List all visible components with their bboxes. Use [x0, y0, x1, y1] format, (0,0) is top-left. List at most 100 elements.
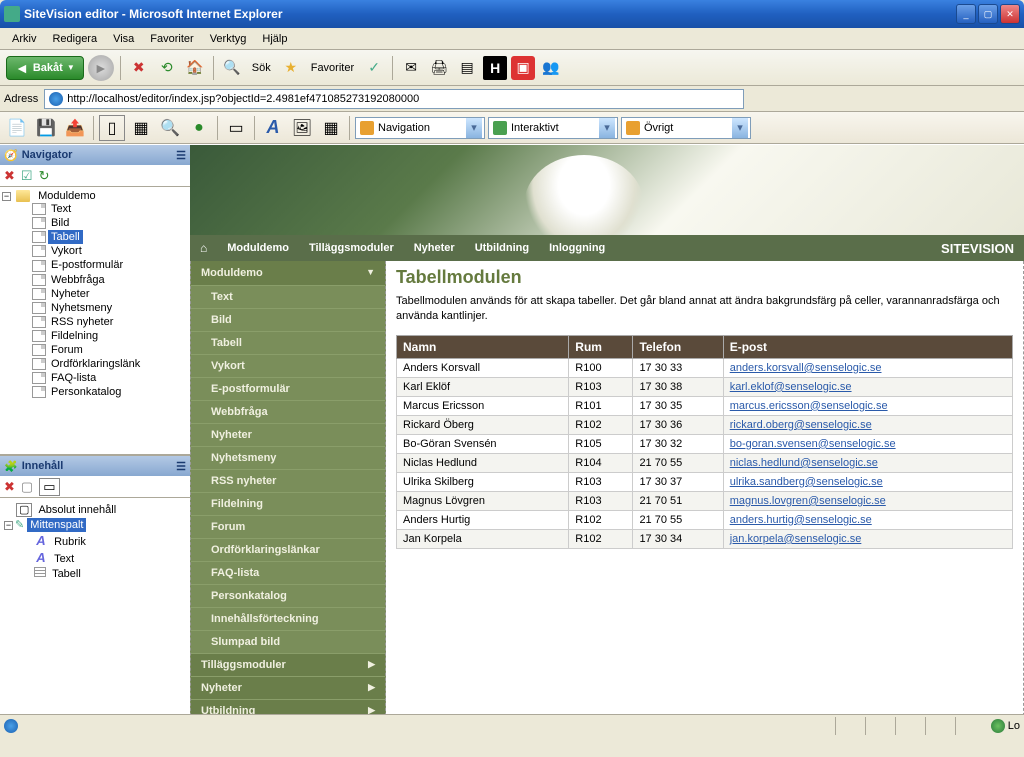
- tree-item[interactable]: RSS nyheter: [20, 315, 188, 329]
- maximize-button[interactable]: ▢: [978, 4, 998, 24]
- innehall-tree[interactable]: ▢ Absolut innehåll−✎ MittenspaltA Rubrik…: [0, 498, 190, 714]
- select-icon[interactable]: ▭: [223, 115, 249, 141]
- tree-item[interactable]: Fildelning: [20, 329, 188, 343]
- tree-label[interactable]: RSS nyheter: [48, 315, 116, 329]
- sidemenu-item[interactable]: Vykort: [191, 354, 385, 377]
- tree-root[interactable]: − Moduldemo TextBildTabellVykortE-postfo…: [2, 189, 188, 400]
- sidemenu-item[interactable]: Innehållsförteckning: [191, 607, 385, 630]
- layout-icon[interactable]: ▯: [99, 115, 125, 141]
- address-input[interactable]: http://localhost/editor/index.jsp?object…: [44, 89, 744, 109]
- tree-label[interactable]: Forum: [48, 343, 86, 357]
- export-icon[interactable]: 📤: [62, 115, 88, 141]
- tree-item[interactable]: Ordförklaringslänk: [20, 357, 188, 371]
- cut-icon[interactable]: ▭: [39, 478, 59, 496]
- menu-hjalp[interactable]: Hjälp: [254, 31, 295, 47]
- globe-icon[interactable]: ●: [186, 115, 212, 141]
- tree-label[interactable]: FAQ-lista: [48, 371, 99, 385]
- minimize-button[interactable]: _: [956, 4, 976, 24]
- close-button[interactable]: ✕: [1000, 4, 1020, 24]
- font-icon[interactable]: A: [260, 115, 286, 141]
- messenger-icon[interactable]: 👥: [539, 56, 563, 80]
- nav-tillaggsmoduler[interactable]: Tilläggsmoduler: [309, 242, 394, 254]
- tree-label[interactable]: Text: [48, 202, 74, 216]
- nav-nyheter[interactable]: Nyheter: [414, 242, 455, 254]
- sidemenu-item[interactable]: Ordförklaringslänkar: [191, 538, 385, 561]
- nav-inloggning[interactable]: Inloggning: [549, 242, 605, 254]
- sidemenu-item[interactable]: Bild: [191, 308, 385, 331]
- menu-favoriter[interactable]: Favoriter: [142, 31, 201, 47]
- delete-icon[interactable]: ✖: [4, 479, 15, 495]
- tree-item[interactable]: Nyheter: [20, 287, 188, 301]
- home-icon[interactable]: ⌂: [200, 241, 207, 255]
- delete-icon[interactable]: ✖: [4, 168, 15, 184]
- tree-label[interactable]: Fildelning: [48, 329, 101, 343]
- tree-item[interactable]: E-postformulär: [20, 258, 188, 272]
- icon-red[interactable]: ▣: [511, 56, 535, 80]
- navigator-tree[interactable]: − Moduldemo TextBildTabellVykortE-postfo…: [0, 187, 190, 454]
- email-link[interactable]: karl.eklof@senselogic.se: [730, 381, 852, 393]
- tree-label[interactable]: Vykort: [48, 244, 85, 258]
- favorites-icon[interactable]: ★: [279, 56, 303, 80]
- content-tree-item[interactable]: −✎ Mittenspalt: [4, 517, 186, 532]
- sidemenu-item[interactable]: FAQ-lista: [191, 561, 385, 584]
- interaktivt-dropdown[interactable]: Interaktivt: [488, 117, 618, 139]
- sidemenu-item[interactable]: Nyheter: [191, 423, 385, 446]
- sidemenu-item[interactable]: Text: [191, 285, 385, 308]
- save-icon[interactable]: 💾: [33, 115, 59, 141]
- search-label[interactable]: Sök: [248, 62, 275, 74]
- tree-label[interactable]: Nyhetsmeny: [48, 301, 115, 315]
- navigator-panel-header[interactable]: 🧭 Navigator ☰: [0, 145, 190, 165]
- collapse-icon[interactable]: −: [2, 192, 11, 201]
- ovrigt-dropdown[interactable]: Övrigt: [621, 117, 751, 139]
- tree-item[interactable]: Bild: [20, 216, 188, 230]
- nav-utbildning[interactable]: Utbildning: [475, 242, 529, 254]
- tree-label[interactable]: E-postformulär: [48, 258, 126, 272]
- back-button[interactable]: ◄Bakåt▼: [6, 56, 84, 80]
- email-link[interactable]: bo-goran.svensen@senselogic.se: [730, 438, 896, 450]
- panel-menu-icon[interactable]: ☰: [176, 460, 186, 473]
- email-link[interactable]: jan.korpela@senselogic.se: [730, 533, 862, 545]
- zoom-icon[interactable]: 🔍: [157, 115, 183, 141]
- refresh-tree-icon[interactable]: ↻: [39, 168, 50, 184]
- collapse-icon[interactable]: −: [4, 521, 13, 530]
- print-icon[interactable]: 🖨: [427, 56, 451, 80]
- sidemenu-item[interactable]: Personkatalog: [191, 584, 385, 607]
- box-icon[interactable]: ▢: [21, 479, 33, 495]
- innehall-panel-header[interactable]: 🧩 Innehåll ☰: [0, 456, 190, 476]
- tree-item[interactable]: FAQ-lista: [20, 371, 188, 385]
- email-link[interactable]: magnus.lovgren@senselogic.se: [730, 495, 886, 507]
- content-tree-item[interactable]: A Rubrik: [22, 532, 186, 549]
- table-icon[interactable]: ▦: [318, 115, 344, 141]
- tree-label[interactable]: Bild: [48, 216, 72, 230]
- tree-item[interactable]: Text: [20, 202, 188, 216]
- sidemenu-item[interactable]: E-postformulär: [191, 377, 385, 400]
- sidemenu-item[interactable]: Nyhetsmeny: [191, 446, 385, 469]
- tree-label[interactable]: Ordförklaringslänk: [48, 357, 143, 371]
- stop-button[interactable]: ✖: [127, 56, 151, 80]
- sidemenu-item[interactable]: RSS nyheter: [191, 469, 385, 492]
- email-link[interactable]: niclas.hedlund@senselogic.se: [730, 457, 878, 469]
- sidemenu-item[interactable]: Forum: [191, 515, 385, 538]
- edit-icon[interactable]: ▤: [455, 56, 479, 80]
- sidemenu-item[interactable]: Fildelning: [191, 492, 385, 515]
- content-tree-item[interactable]: A Text: [22, 549, 186, 566]
- panel-menu-icon[interactable]: ☰: [176, 149, 186, 162]
- check-icon[interactable]: ☑: [21, 168, 33, 184]
- sidemenu-item[interactable]: Slumpad bild: [191, 630, 385, 653]
- search-icon[interactable]: 🔍: [220, 56, 244, 80]
- content-tree-item[interactable]: ▢ Absolut innehåll: [4, 502, 186, 517]
- nav-moduldemo[interactable]: Moduldemo: [227, 242, 289, 254]
- new-page-icon[interactable]: 📄: [4, 115, 30, 141]
- mail-icon[interactable]: ✉: [399, 56, 423, 80]
- tree-label[interactable]: Webbfråga: [48, 273, 108, 287]
- sidemenu-section[interactable]: Nyheter▶: [191, 676, 385, 699]
- email-link[interactable]: rickard.oberg@senselogic.se: [730, 419, 872, 431]
- tree-item[interactable]: Vykort: [20, 244, 188, 258]
- forward-button[interactable]: ►: [88, 55, 114, 81]
- menu-visa[interactable]: Visa: [105, 31, 142, 47]
- favorites-label[interactable]: Favoriter: [307, 62, 358, 74]
- home-button[interactable]: 🏠: [183, 56, 207, 80]
- sidemenu-header[interactable]: Moduldemo▼: [191, 261, 385, 285]
- email-link[interactable]: anders.hurtig@senselogic.se: [730, 514, 872, 526]
- tree-item[interactable]: Personkatalog: [20, 385, 188, 399]
